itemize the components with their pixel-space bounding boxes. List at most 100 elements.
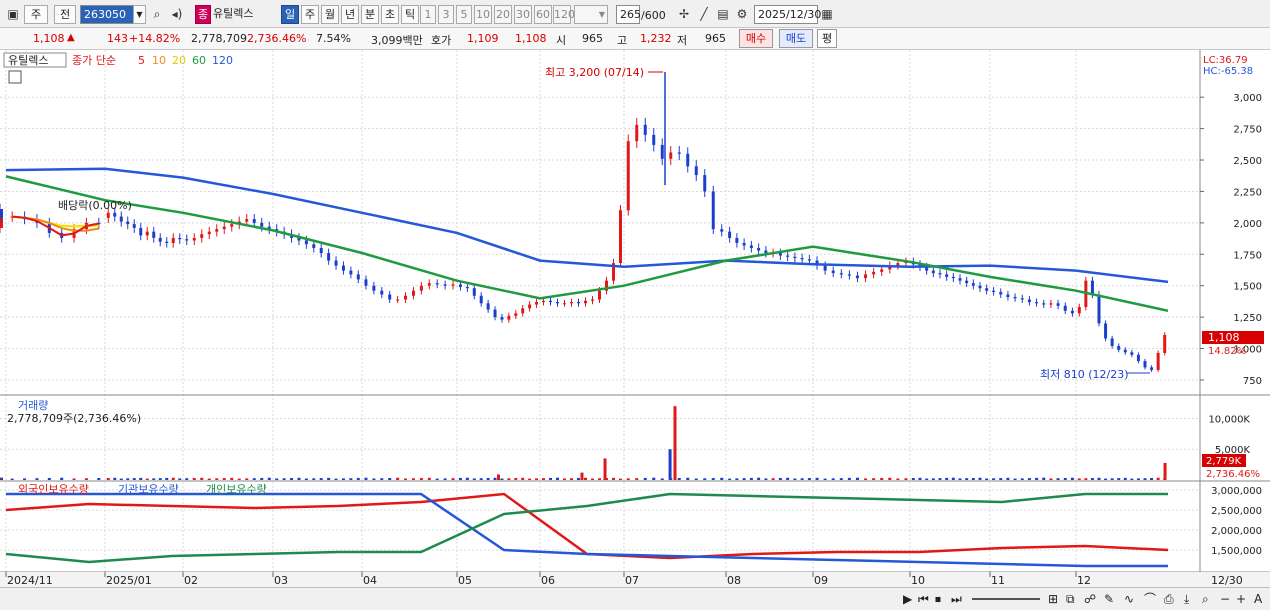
volume-bar bbox=[356, 477, 360, 480]
stock-code-input[interactable]: 263050 bbox=[80, 5, 134, 24]
stock-name: 유틸렉스 bbox=[213, 7, 254, 20]
code-dropdown-icon[interactable]: ▼ bbox=[133, 5, 146, 24]
volume-bar bbox=[207, 478, 211, 480]
draw-icon[interactable]: ✎ bbox=[1104, 591, 1114, 607]
candle-body bbox=[260, 222, 264, 227]
analysis-icon[interactable]: ∿ bbox=[1124, 591, 1134, 607]
volume-bar bbox=[839, 478, 843, 480]
volume-bar bbox=[507, 478, 511, 480]
export-icon[interactable]: ⤓ bbox=[1184, 591, 1189, 607]
last-button[interactable]: ⏭ bbox=[951, 591, 962, 607]
interval-20[interactable]: 20 bbox=[494, 5, 512, 24]
volume-bar bbox=[1077, 478, 1081, 480]
magnifier-icon[interactable]: ⌕ bbox=[1202, 591, 1209, 607]
candle-body bbox=[542, 300, 545, 303]
volume-bar bbox=[786, 477, 790, 480]
volume-bar bbox=[1104, 478, 1108, 480]
ma-legend-10: 10 bbox=[152, 54, 166, 67]
print-icon[interactable]: ⎙ bbox=[1164, 591, 1174, 607]
calendar-icon[interactable]: ▦ bbox=[818, 5, 836, 24]
eval-button[interactable]: 평 bbox=[817, 29, 837, 48]
y-tick-label: 1,750 bbox=[1233, 250, 1262, 261]
volume-bar bbox=[1090, 478, 1094, 480]
sell-button[interactable]: 매도 bbox=[779, 29, 813, 48]
date-input[interactable]: 2025/12/30 bbox=[754, 5, 821, 24]
settings-gear-icon[interactable]: ⚙ bbox=[733, 5, 751, 24]
period-second[interactable]: 초 bbox=[381, 5, 399, 24]
volume-bar bbox=[1123, 477, 1127, 480]
interval-1[interactable]: 1 bbox=[420, 5, 436, 24]
tile-icon[interactable]: ⊞ bbox=[1048, 591, 1058, 607]
volume-bar bbox=[245, 478, 249, 480]
chart-type-icon[interactable]: ▣ bbox=[4, 5, 22, 24]
candle-body bbox=[831, 270, 835, 274]
candle-body bbox=[823, 265, 827, 271]
volume-bar bbox=[178, 478, 182, 480]
volume-bar bbox=[965, 478, 969, 480]
candle-body bbox=[778, 253, 782, 256]
candle-body bbox=[139, 227, 143, 236]
calculator-icon[interactable] bbox=[8, 70, 22, 84]
zoom-in-icon[interactable]: + bbox=[1236, 591, 1246, 607]
volume-bar bbox=[443, 478, 447, 480]
interval-dropdown[interactable]: ▼ bbox=[574, 5, 608, 24]
interval-5[interactable]: 5 bbox=[456, 5, 472, 24]
volume-bar bbox=[1020, 478, 1024, 480]
interval-120[interactable]: 120 bbox=[553, 5, 575, 24]
candle-body bbox=[1110, 338, 1114, 347]
interval-30[interactable]: 30 bbox=[514, 5, 532, 24]
volume-bar bbox=[999, 478, 1003, 480]
candle-body bbox=[388, 294, 392, 300]
legend-institution: 기관보유수량 bbox=[118, 483, 179, 496]
search-icon[interactable]: ⌕ bbox=[148, 5, 166, 24]
period-year[interactable]: 년 bbox=[341, 5, 359, 24]
save-icon[interactable]: ▤ bbox=[714, 5, 732, 24]
copy-icon[interactable]: ⧉ bbox=[1066, 591, 1075, 607]
volume-bar bbox=[556, 477, 559, 480]
compare-icon[interactable]: ☍ bbox=[1084, 591, 1096, 607]
first-button[interactable]: ⏮ bbox=[918, 591, 929, 607]
period-week[interactable]: 주 bbox=[301, 5, 319, 24]
bar-count-input[interactable]: 265 bbox=[616, 5, 641, 24]
period-minute[interactable]: 분 bbox=[361, 5, 379, 24]
stock-chart[interactable]: 7501,0001,2501,5001,7502,0002,2502,5002,… bbox=[0, 50, 1270, 587]
volume-bar bbox=[985, 478, 989, 480]
period-month[interactable]: 월 bbox=[321, 5, 339, 24]
brush-icon[interactable]: ⌒ bbox=[1144, 591, 1156, 607]
volume-bar bbox=[711, 478, 715, 480]
zoom-out-icon[interactable]: − bbox=[1220, 591, 1230, 607]
volume-bar bbox=[880, 477, 884, 480]
volume-bar bbox=[435, 478, 439, 480]
draw-line-icon[interactable]: ╱ bbox=[695, 5, 713, 24]
buy-button[interactable]: 매수 bbox=[739, 29, 773, 48]
volume-bar bbox=[185, 478, 189, 480]
prev-button[interactable]: 전 bbox=[54, 5, 76, 24]
font-size-icon[interactable]: A bbox=[1254, 591, 1262, 607]
interval-10[interactable]: 10 bbox=[474, 5, 492, 24]
crosshair-icon[interactable]: ✢ bbox=[675, 5, 693, 24]
zoom-slider[interactable] bbox=[972, 591, 1040, 600]
sound-icon[interactable]: ◂) bbox=[168, 5, 186, 24]
volume-bar bbox=[297, 477, 301, 480]
candle-body bbox=[349, 270, 353, 275]
candle-body bbox=[207, 231, 211, 235]
period-day[interactable]: 일 bbox=[281, 5, 299, 24]
candle-body bbox=[165, 241, 169, 243]
stop-button[interactable]: ⏹ bbox=[935, 591, 941, 607]
period-type-select[interactable]: 주 bbox=[24, 5, 48, 24]
volume-bar bbox=[1027, 478, 1031, 480]
candle-body bbox=[1042, 303, 1046, 305]
candle-body bbox=[230, 224, 234, 227]
volume-bar bbox=[451, 478, 455, 480]
interval-3[interactable]: 3 bbox=[438, 5, 454, 24]
candle-body bbox=[728, 231, 732, 238]
candle-body bbox=[404, 295, 408, 300]
current-price: 1,108 bbox=[33, 32, 65, 45]
ma-legend-5: 5 bbox=[138, 54, 145, 67]
y-tick-label: 1,500 bbox=[1233, 282, 1262, 293]
volume-bar bbox=[84, 478, 88, 480]
period-tick[interactable]: 틱 bbox=[401, 5, 419, 24]
interval-60[interactable]: 60 bbox=[534, 5, 552, 24]
volume-bar bbox=[612, 477, 615, 480]
play-button[interactable]: ▶ bbox=[903, 591, 912, 607]
